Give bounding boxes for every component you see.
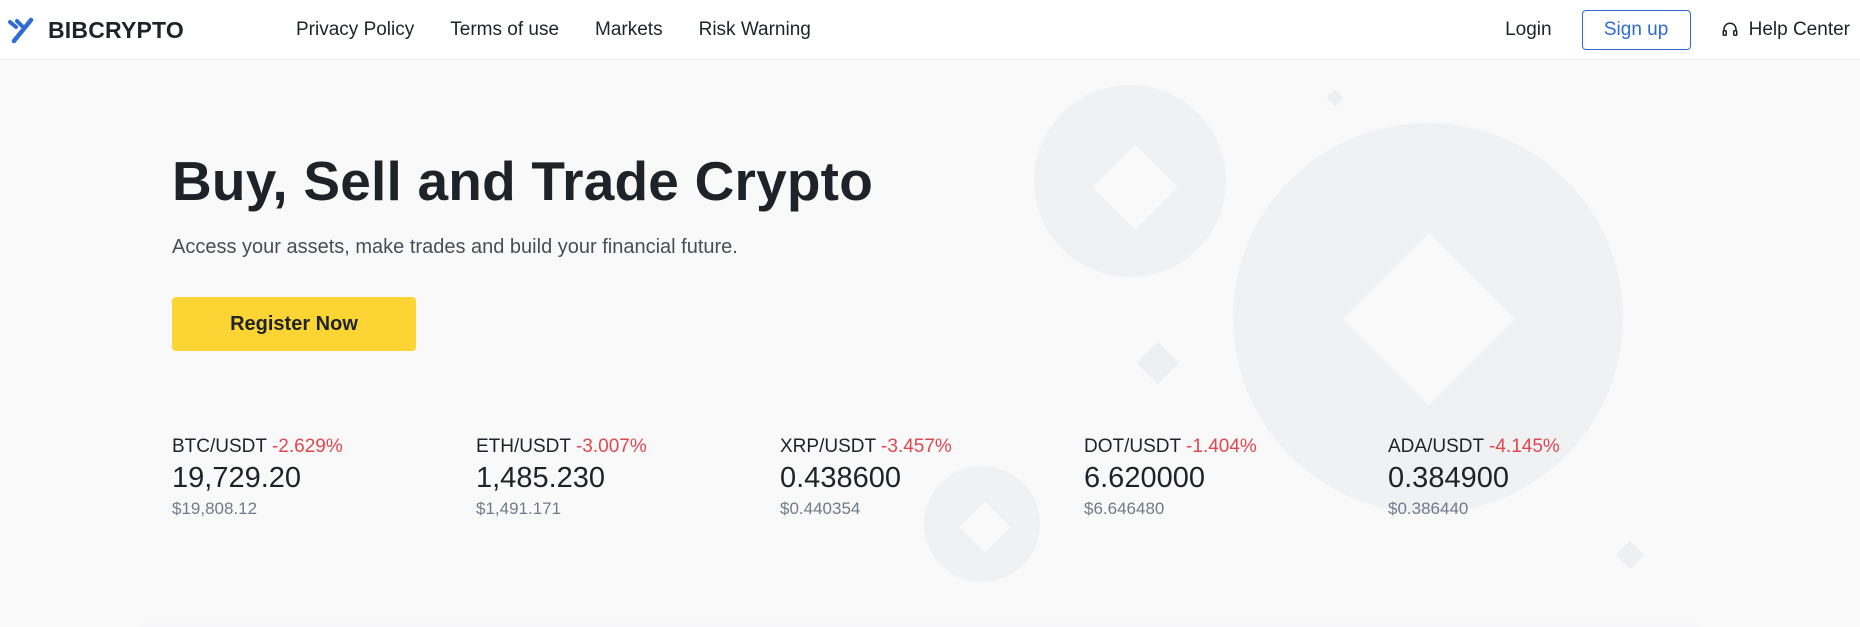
nav-privacy-policy[interactable]: Privacy Policy xyxy=(296,19,414,41)
nav-risk-warning[interactable]: Risk Warning xyxy=(699,19,811,41)
nav-markets[interactable]: Markets xyxy=(595,19,663,41)
ticker-pair-row: ETH/USDT -3.007% xyxy=(476,436,736,458)
hero-section: Buy, Sell and Trade Crypto Access your a… xyxy=(0,61,1860,627)
ticker-btc[interactable]: BTC/USDT -2.629% 19,729.20 $19,808.12 xyxy=(172,436,432,519)
ticker-usd-price: $0.386440 xyxy=(1388,499,1469,518)
ticker-price: 19,729.20 xyxy=(172,462,302,494)
ticker-change: -1.404% xyxy=(1186,436,1257,457)
ticker-price: 0.384900 xyxy=(1388,462,1509,494)
main-nav: Privacy Policy Terms of use Markets Risk… xyxy=(296,0,847,60)
brand-logo-icon xyxy=(8,17,34,44)
login-link[interactable]: Login xyxy=(1505,19,1552,41)
ticker-dot[interactable]: DOT/USDT -1.404% 6.620000 $6.646480 xyxy=(1084,436,1344,519)
ticker-price: 0.438600 xyxy=(780,462,901,494)
ticker-pair-row: ADA/USDT -4.145% xyxy=(1388,436,1648,458)
help-center-link[interactable]: Help Center xyxy=(1721,19,1850,41)
ticker-change: -4.145% xyxy=(1489,436,1560,457)
ticker-pair: DOT/USDT xyxy=(1084,436,1181,457)
ticker-change: -3.007% xyxy=(575,436,647,457)
ticker-xrp[interactable]: XRP/USDT -3.457% 0.438600 $0.440354 xyxy=(780,436,1040,519)
ticker-usd-price: $6.646480 xyxy=(1084,499,1165,518)
ticker-change: -2.629% xyxy=(271,436,343,457)
ticker-eth[interactable]: ETH/USDT -3.007% 1,485.230 $1,491.171 xyxy=(476,436,736,519)
register-now-button[interactable]: Register Now xyxy=(172,297,416,351)
section-divider xyxy=(140,621,1700,627)
brand-name: BIBCRYPTO xyxy=(48,16,184,43)
ticker-price: 6.620000 xyxy=(1084,462,1205,494)
ticker-pair: ADA/USDT xyxy=(1388,436,1484,457)
hero-subtitle: Access your assets, make trades and buil… xyxy=(172,236,738,258)
ticker-pair: ETH/USDT xyxy=(476,436,571,457)
ticker-pair: XRP/USDT xyxy=(780,436,876,457)
headset-icon xyxy=(1722,22,1738,36)
ticker-usd-price: $0.440354 xyxy=(780,499,861,518)
top-navbar: BIBCRYPTO Privacy Policy Terms of use Ma… xyxy=(0,0,1860,60)
ticker-pair-row: XRP/USDT -3.457% xyxy=(780,436,1040,458)
signup-button[interactable]: Sign up xyxy=(1581,10,1691,50)
ticker-pair-row: BTC/USDT -2.629% xyxy=(172,436,432,458)
ticker-price: 1,485.230 xyxy=(476,462,606,494)
brand[interactable]: BIBCRYPTO xyxy=(6,12,184,48)
ticker-usd-price: $1,491.171 xyxy=(476,499,562,518)
header-actions: Login Sign up Help Center xyxy=(1505,0,1850,60)
ticker-usd-price: $19,808.12 xyxy=(172,499,258,518)
help-center-label: Help Center xyxy=(1748,19,1850,40)
ticker-ada[interactable]: ADA/USDT -4.145% 0.384900 $0.386440 xyxy=(1388,436,1648,519)
ticker-change: -3.457% xyxy=(881,436,952,457)
hero-title: Buy, Sell and Trade Crypto xyxy=(172,150,873,212)
nav-terms-of-use[interactable]: Terms of use xyxy=(450,19,559,41)
ticker-pair: BTC/USDT xyxy=(172,436,267,457)
ticker-pair-row: DOT/USDT -1.404% xyxy=(1084,436,1344,458)
